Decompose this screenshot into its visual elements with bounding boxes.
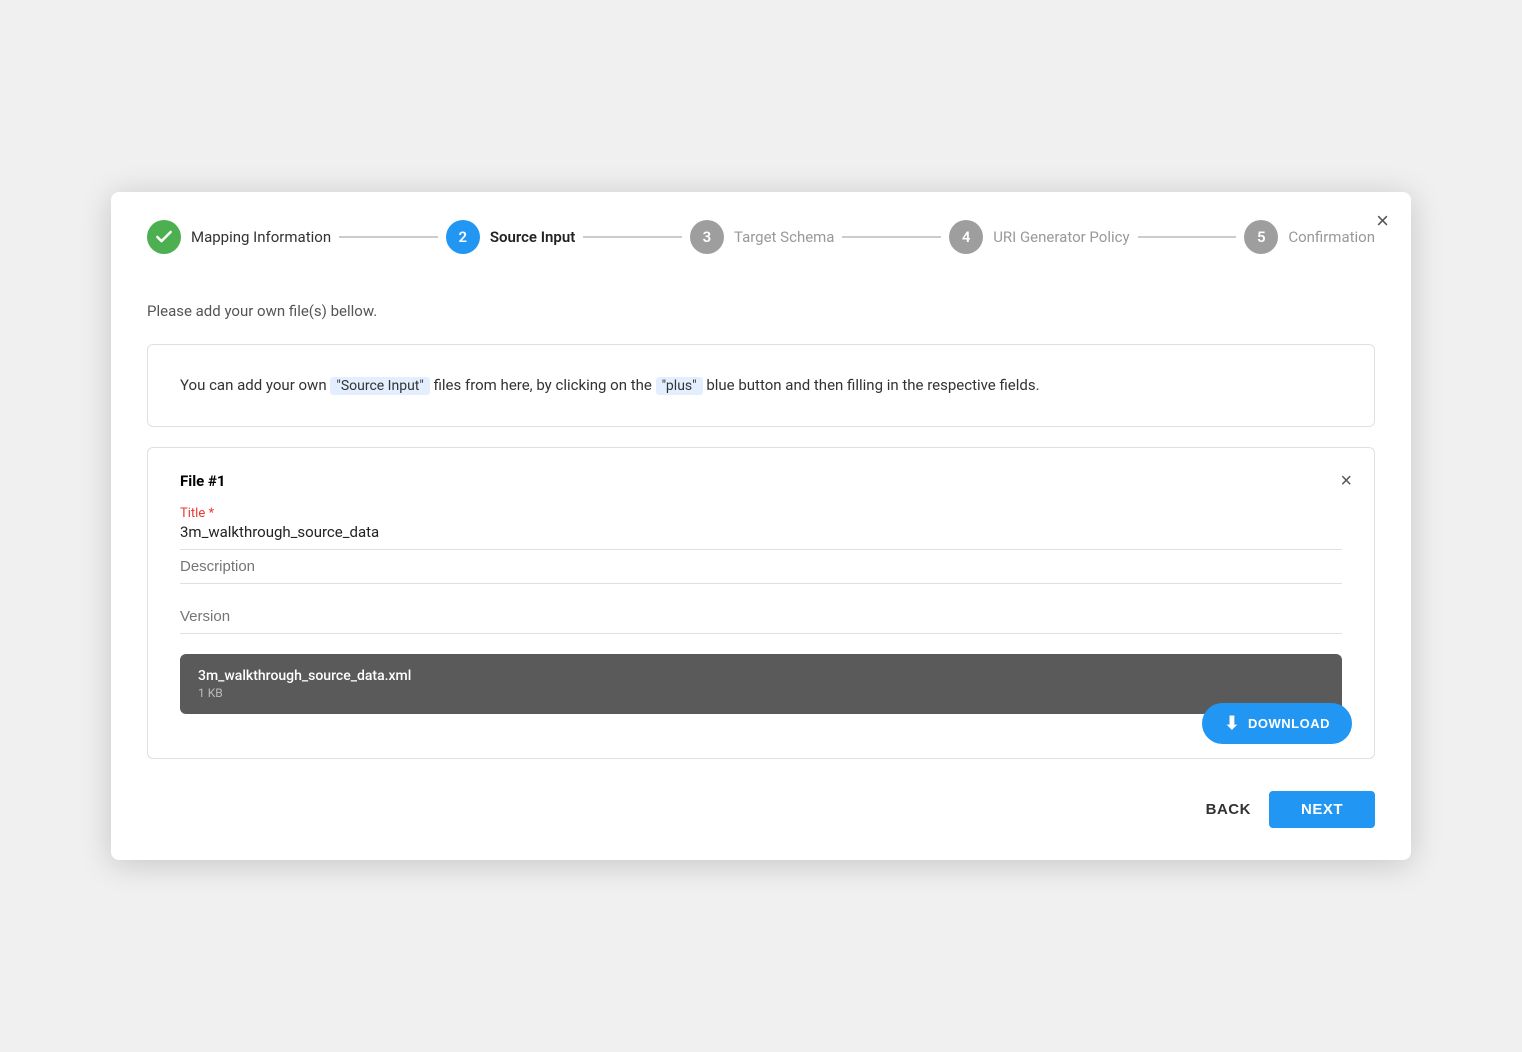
step-2-circle: 2 <box>446 220 480 254</box>
step-3-circle: 3 <box>690 220 724 254</box>
step-mapping-information: Mapping Information <box>147 220 331 254</box>
attachment-filename: 3m_walkthrough_source_data.xml <box>198 668 411 684</box>
description-input[interactable] <box>180 550 1342 584</box>
title-field-label: Title * <box>180 506 1342 521</box>
step-1-label: Mapping Information <box>191 228 331 246</box>
step-3-label: Target Schema <box>734 228 835 246</box>
step-5-label: Confirmation <box>1288 228 1375 246</box>
wizard-content: Please add your own file(s) bellow. You … <box>111 278 1411 760</box>
source-input-highlight: "Source Input" <box>330 377 430 395</box>
file-title: File #1 <box>180 472 1342 490</box>
step-1-circle <box>147 220 181 254</box>
info-text-after: blue button and then filling in the resp… <box>703 376 1040 394</box>
download-icon: ⬇ <box>1224 713 1240 734</box>
info-text-before: You can add your own <box>180 376 330 394</box>
attachment-filesize: 1 KB <box>198 686 411 700</box>
step-2-label: Source Input <box>490 228 575 246</box>
back-button[interactable]: BACK <box>1206 801 1251 818</box>
file-section: File #1 × Title * 3m_walkthrough_source_… <box>147 447 1375 759</box>
step-4-label: URI Generator Policy <box>993 228 1129 246</box>
next-button[interactable]: NEXT <box>1269 791 1375 828</box>
info-text-middle: files from here, by clicking on the <box>430 376 656 394</box>
file-close-button[interactable]: × <box>1340 470 1352 493</box>
page-subtitle: Please add your own file(s) bellow. <box>147 302 1375 320</box>
download-label: DOWNLOAD <box>1248 716 1330 731</box>
connector-3 <box>842 236 941 238</box>
version-input[interactable] <box>180 600 1342 634</box>
connector-4 <box>1138 236 1237 238</box>
file-attachment: 3m_walkthrough_source_data.xml 1 KB <box>180 654 1342 714</box>
step-5-circle: 5 <box>1244 220 1278 254</box>
connector-2 <box>583 236 682 238</box>
info-box: You can add your own "Source Input" file… <box>147 344 1375 428</box>
step-uri-generator-policy: 4 URI Generator Policy <box>949 220 1129 254</box>
download-button[interactable]: ⬇ DOWNLOAD <box>1202 703 1352 744</box>
wizard-footer: BACK NEXT <box>111 759 1411 828</box>
plus-highlight: "plus" <box>656 377 703 395</box>
step-target-schema: 3 Target Schema <box>690 220 835 254</box>
wizard-modal: × Mapping Information 2 Source Input 3 T… <box>111 192 1411 861</box>
connector-1 <box>339 236 438 238</box>
title-field-value: 3m_walkthrough_source_data <box>180 523 1342 550</box>
step-confirmation: 5 Confirmation <box>1244 220 1375 254</box>
stepper: Mapping Information 2 Source Input 3 Tar… <box>111 192 1411 278</box>
step-4-circle: 4 <box>949 220 983 254</box>
modal-close-button[interactable]: × <box>1376 210 1389 232</box>
file-attachment-info: 3m_walkthrough_source_data.xml 1 KB <box>198 668 411 700</box>
step-source-input: 2 Source Input <box>446 220 575 254</box>
